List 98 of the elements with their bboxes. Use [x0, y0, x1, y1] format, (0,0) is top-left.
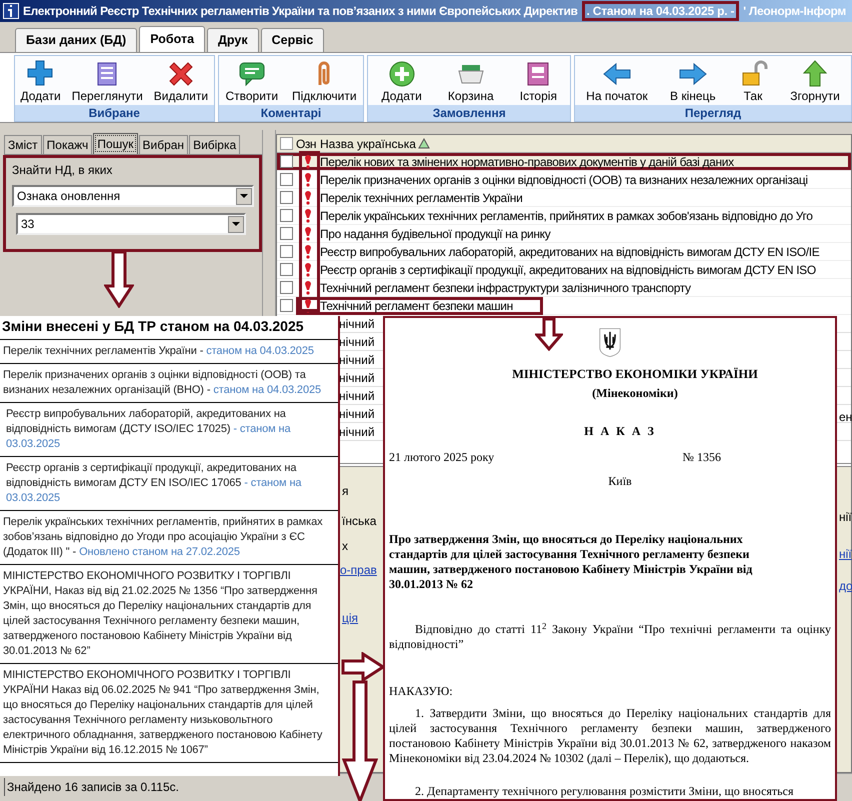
panel-heading: Зміни внесені у БД ТР станом на 04.03.2025 [0, 316, 338, 340]
exclamation-icon [305, 262, 311, 276]
row-text: нічний [339, 352, 375, 368]
ribbon-button[interactable]: В кінець [668, 59, 718, 103]
row-checkbox[interactable] [280, 227, 293, 240]
ribbon-button[interactable]: Підключити [290, 59, 359, 103]
add-circle-icon [386, 59, 417, 87]
list-row[interactable]: Про надання будівельної продукції на ринку [277, 225, 851, 243]
ministry-short-name: (Мінекономіки) [591, 385, 679, 402]
row-text: нічний [339, 316, 375, 332]
ministry-name: МІНІСТЕРСТВО ЕКОНОМІКИ УКРАЇНИ [511, 366, 759, 384]
row-checkbox[interactable] [280, 209, 293, 222]
link[interactable]: о-прав [340, 561, 377, 579]
group-label: Вибране [88, 105, 140, 122]
ribbon-button[interactable]: Створити [223, 59, 280, 103]
document-paragraph: 2. Департаменту технічного регулювання розмістити Зміни, що вносяться [414, 784, 794, 799]
side-tab[interactable]: Вибірка [189, 135, 240, 154]
document-date: 21 лютого 2025 року [389, 449, 494, 466]
list-row[interactable]: Реєстр випробувальних лабораторій, акредитованих на відповідність вимогам ДСТУ EN ISO/IE [277, 243, 851, 261]
group-label: Замовлення [432, 105, 506, 122]
ribbon-button[interactable]: Так [736, 59, 770, 103]
window-title-date: . Станом на 04.03.2025 р. - [582, 1, 740, 21]
exclamation-icon [305, 190, 311, 204]
change-entry: МІНІСТЕРСТВО ЕКОНОМІЧНОГО РОЗВИТКУ І ТОРГІВЛІ УКРАЇНИ Наказ від 06.02.2025 № 941 “Про затвердження Змін, що вносяться до Переліку національних стандартів для цілей застосування Технічного регламенту низьковольтного електричного обладнання, затвердженого постановою Кабінету Міністрів України від 16.12.2015 № 1067” [0, 664, 338, 763]
row-checkbox[interactable] [280, 263, 293, 276]
ribbon-button[interactable]: Видалити [152, 59, 210, 103]
dropdown-field[interactable]: 33 [16, 213, 246, 235]
app-logo-icon [3, 3, 19, 19]
row-checkbox[interactable] [280, 155, 293, 168]
search-label: Знайти НД, в яких [12, 162, 114, 179]
text-fragment: х [342, 538, 348, 555]
window-title-vendor: ' Леонорм-Інформ [743, 3, 846, 20]
group-label: Коментарі [260, 105, 322, 122]
menu-tab[interactable]: Робота [139, 26, 206, 52]
link[interactable]: ція [342, 609, 358, 627]
group-label: Перегляд [684, 105, 742, 122]
text-fragment: нії [839, 509, 852, 526]
side-tab[interactable]: Зміст [4, 135, 42, 154]
text-fragment: я [342, 483, 348, 500]
exclamation-icon [305, 280, 311, 294]
list-row[interactable]: Перелік українських технічних регламентів, прийнятих в рамках зобов'язань відповідно до Уго [277, 207, 851, 225]
column-header[interactable]: Назва українська [320, 135, 430, 152]
dropdown-field[interactable]: Ознака оновлення [12, 185, 254, 207]
text-fragment: ен [839, 409, 852, 426]
window-title: Електронний Реєстр Технічних регламентів України та пов’язаних з ними Європейських Директив [23, 3, 578, 20]
change-entry: Реєстр випробувальних лабораторій, акредитованих на відповідність вимогам (ДСТУ ISO/IEC 17025) - станом на 03.03.2025 [0, 403, 338, 457]
change-entry: Перелік українських технічних регламентів, прийнятих в рамках зобов’язань відповідно до Угоди про асоціацію України з ЄС (Додаток III) " - Оновлено станом на 27.02.2025 [0, 511, 338, 565]
side-tab[interactable]: Покажч [42, 135, 92, 154]
row-checkbox[interactable] [280, 245, 293, 258]
order-word: НАКАЗУЮ: [389, 683, 454, 700]
menu-tab[interactable]: Друк [207, 28, 259, 52]
row-text: нічний [339, 370, 375, 386]
exclamation-icon [305, 244, 311, 258]
row-text: нічний [339, 406, 375, 422]
header-checkbox[interactable] [280, 137, 293, 150]
row-checkbox[interactable] [280, 173, 293, 186]
list-row[interactable]: Реєстр органів з сертифікації продукції, акредитованих на відповідність вимогам ДСТУ EN ISO [277, 261, 851, 279]
exclamation-icon [305, 208, 311, 222]
row-checkbox[interactable] [280, 281, 293, 294]
row-text: нічний [339, 388, 375, 404]
sort-ascending-icon [418, 138, 430, 149]
change-entry: Перелік технічних регламентів України - станом на 04.03.2025 [0, 340, 338, 364]
text-fragment: їнська [342, 513, 376, 530]
list-row[interactable]: Перелік технічних регламентів України [277, 189, 851, 207]
status-text: Знайдено 16 записів за 0.115с. [4, 778, 304, 796]
ribbon-button[interactable]: Згорнути [788, 59, 842, 103]
ribbon-button[interactable]: Додати [380, 59, 424, 103]
column-header[interactable]: Озн [296, 135, 320, 152]
row-checkbox[interactable] [280, 191, 293, 204]
ribbon-button[interactable]: Переглянути [70, 59, 145, 103]
document-paragraph: 1. Затвердити Зміни, що вносяться до Переліку національних стандартів для цілей застосування Технічного регламенту безпеки машин, затвердженого постановою Кабінету Міністрів України від 30.01.2013 № 62, затвердженого наказом Мінекономіки від 23.04.2024 № 10302 (далі – Перелік), що додаються. [389, 706, 831, 766]
change-entry: Перелік призначених органів з оцінки відповідності (ООВ) та визнаних незалежних організацій (ВНО) - станом на 04.03.2025 [0, 364, 338, 403]
row-text: нічний [339, 424, 375, 440]
exclamation-icon [305, 226, 311, 240]
change-entry: МІНІСТЕРСТВО ЕКОНОМІЧНОГО РОЗВИТКУ І ТОРГІВЛІ УКРАЇНИ, Наказ від від 21.02.2025 № 1356 “Про затвердження Змін, що вносяться до Переліку національних стандартів для цілей застосування Технічного регламенту безпеки машин, затвердженого постановою Кабінету Міністрів України від 30.01.2013 № 62” [0, 565, 338, 664]
document-number: № 1356 [682, 449, 721, 466]
document-paragraph: Відповідно до статті 11$^{2}$ Закону України “Про технічні регламенти та оцінку відповідності” [389, 622, 831, 652]
document-title: Про затвердження Змін, що вносяться до Переліку національних стандартів для цілей застосування Технічного регламенту безпеки машин, затвердженого постановою Кабінету Міністрів України від 30.01.2013 № 62 [389, 532, 754, 592]
ribbon-button[interactable]: На початок [584, 59, 650, 103]
row-text: нічний [339, 334, 375, 350]
document-city: Київ [607, 473, 633, 490]
document-type: Н А К А З [583, 423, 657, 440]
list-row[interactable]: Перелік призначених органів з оцінки відповідності (ООВ) та визнаних незалежних організаці [277, 171, 851, 189]
outline-arrow [104, 250, 134, 308]
menu-tab[interactable]: Сервіс [260, 28, 324, 52]
list-row[interactable]: Технічний регламент безпеки інфраструктури залізничного транспорту [277, 279, 851, 297]
ribbon-button[interactable]: Корзина [446, 59, 496, 103]
menu-tab[interactable]: Бази даних (БД) [15, 28, 138, 52]
side-tab[interactable]: Вибран [138, 135, 188, 154]
side-tab[interactable]: Пошук [93, 133, 138, 154]
ribbon-button[interactable]: Додати [18, 59, 63, 103]
change-entry: Реєстр органів з сертифікації продукції, акредитованих на відповідність вимогам ДСТУ EN ISO/IEC 17065 - станом на 03.03.2025 [0, 457, 338, 511]
exclamation-icon [305, 154, 311, 168]
list-row[interactable]: Перелік нових та змінених нормативно-правових документів у даній базі даних [277, 153, 851, 171]
list-row[interactable]: Технічний регламент безпеки машин [277, 297, 851, 315]
row-checkbox[interactable] [280, 299, 293, 312]
ribbon-button[interactable]: Історія [518, 59, 559, 103]
exclamation-icon [305, 172, 311, 186]
